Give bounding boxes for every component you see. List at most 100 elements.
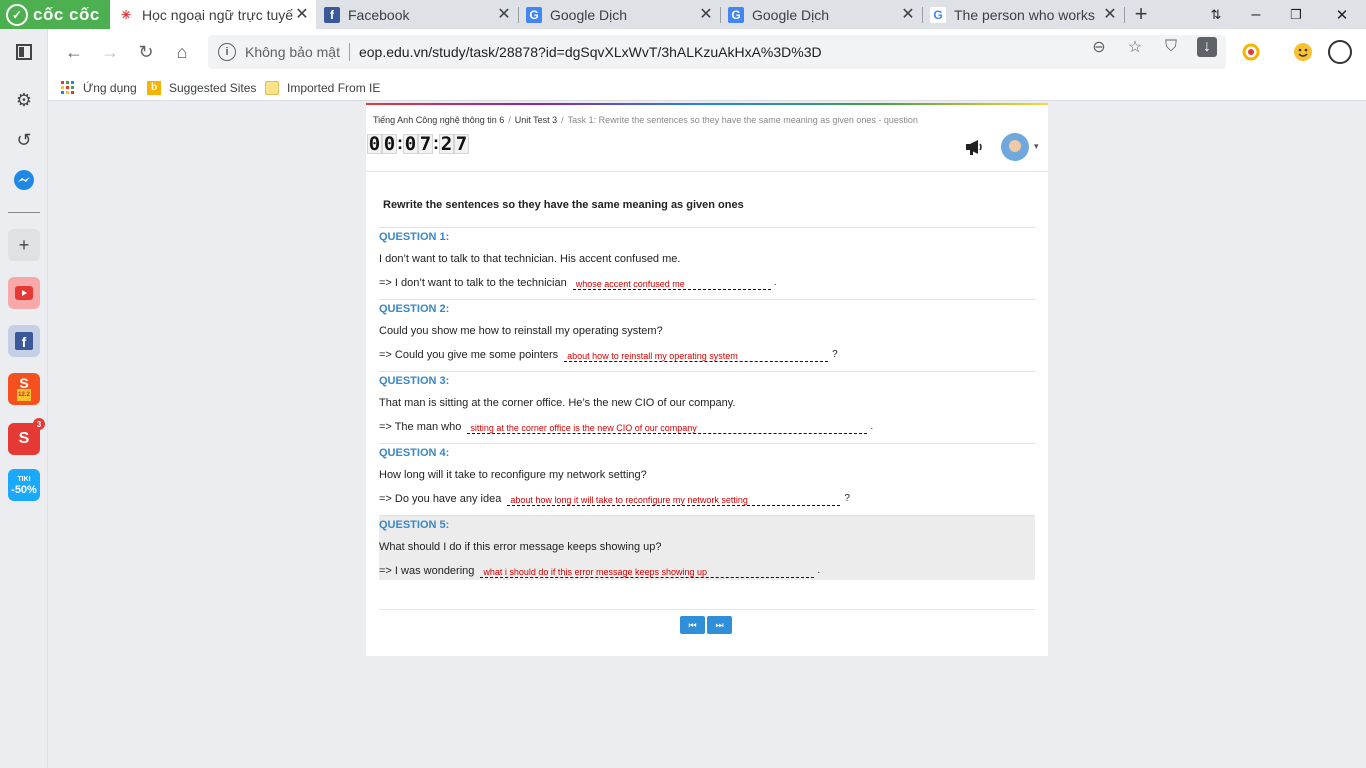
next-button[interactable]: ⏭	[707, 616, 732, 634]
emoji-extension-icon[interactable]	[1291, 40, 1315, 64]
divider	[379, 609, 1035, 610]
breadcrumb-unit[interactable]: Unit Test 3	[515, 115, 557, 125]
timer-digit: 7	[418, 132, 433, 155]
close-icon[interactable]: ✕	[900, 6, 916, 23]
answer-prompt: => Do you have any idea	[379, 493, 502, 505]
answer-ending: .	[817, 565, 821, 576]
minimize-button[interactable]: –	[1236, 0, 1276, 29]
youtube-icon[interactable]	[8, 277, 40, 309]
extension-icon[interactable]	[1239, 40, 1263, 64]
bookmark-suggested-sites[interactable]: b Suggested Sites	[147, 79, 256, 97]
bookmark-label: Ứng dụng	[83, 81, 137, 95]
toolbar: ← → ↻ ⌂ i Không bảo mật eop.edu.vn/study…	[0, 29, 1366, 75]
messenger-icon[interactable]	[8, 164, 40, 196]
google-translate-icon: G	[728, 6, 744, 23]
answer-ending: .	[773, 277, 777, 288]
tab-title: Học ngoại ngữ trực tuyến	[142, 6, 294, 23]
home-button[interactable]: ⌂	[170, 40, 194, 64]
zoom-out-icon[interactable]: ⊖	[1089, 37, 1109, 57]
close-icon[interactable]: ✕	[1102, 6, 1118, 23]
countdown-timer: 0 0 : 0 7 : 2 7	[367, 133, 469, 154]
star-icon[interactable]: ☆	[1125, 37, 1145, 57]
user-face-icon	[1009, 140, 1021, 152]
question-title: QUESTION 5:	[379, 519, 450, 531]
info-icon[interactable]: i	[218, 43, 236, 61]
address-bar[interactable]: i Không bảo mật eop.edu.vn/study/task/28…	[208, 35, 1226, 69]
reload-button[interactable]: ↻	[134, 40, 158, 64]
add-icon[interactable]: +	[8, 229, 40, 261]
bookmark-imported-from-ie[interactable]: Imported From IE	[265, 79, 380, 97]
brand-name: cốc cốc	[33, 4, 100, 24]
new-tab-button[interactable]: +	[1130, 3, 1152, 26]
header-divider	[366, 171, 1048, 172]
answer-ending: ?	[844, 493, 850, 504]
coccoc-icon: ✓	[6, 3, 28, 26]
divider	[348, 43, 350, 61]
timer-digit: 0	[382, 132, 397, 155]
tab-eop[interactable]: ✳ Học ngoại ngữ trực tuyến ✕	[110, 0, 316, 29]
megaphone-icon[interactable]	[964, 138, 984, 161]
bing-icon: b	[147, 81, 161, 95]
avatar[interactable]	[1001, 133, 1029, 161]
timer-digit: 7	[454, 132, 469, 155]
close-icon[interactable]: ✕	[698, 6, 714, 23]
bookmark-apps[interactable]: Ứng dụng	[61, 79, 137, 97]
answer-input[interactable]: about how to reinstall my operating syst…	[564, 350, 829, 362]
timer-digit: 0	[367, 132, 382, 155]
security-label[interactable]: Không bảo mật	[245, 44, 340, 60]
answer-row: => I don’t want to talk to the technicia…	[379, 277, 777, 290]
profile-icon[interactable]	[1326, 38, 1354, 66]
previous-button[interactable]: ⏮	[680, 616, 705, 634]
tab-title: Facebook	[348, 6, 410, 23]
history-icon[interactable]: ↺	[8, 124, 40, 156]
chevron-down-icon[interactable]: ▾	[1034, 141, 1039, 152]
close-icon[interactable]: ✕	[294, 6, 310, 23]
answer-input[interactable]: sitting at the corner office is the new …	[467, 422, 868, 434]
answer-row: => I was wondering what i should do if t…	[379, 565, 821, 578]
question-title: QUESTION 1:	[379, 231, 450, 243]
tab-google-search[interactable]: G The person who works ✕	[922, 0, 1124, 29]
shield-icon[interactable]: ⛉	[1161, 37, 1181, 57]
answer-input[interactable]: about how long it will take to reconfigu…	[507, 494, 841, 506]
folder-icon	[265, 81, 279, 95]
restore-button[interactable]: ❐	[1276, 0, 1316, 29]
breadcrumb-course[interactable]: Tiếng Anh Công nghệ thông tin 6	[373, 115, 504, 125]
answer-prompt: => I don’t want to talk to the technicia…	[379, 277, 567, 289]
tab-title: Google Dịch	[550, 6, 628, 23]
facebook-sidebar-icon[interactable]: f	[8, 325, 40, 357]
tab-strip: ✓ cốc cốc ✳ Học ngoại ngữ trực tuyến ✕ f…	[0, 0, 1366, 29]
google-icon: G	[930, 6, 946, 23]
question-title: QUESTION 3:	[379, 375, 450, 387]
forward-button[interactable]: →	[98, 40, 122, 64]
sendo-icon[interactable]: S 3	[8, 418, 45, 455]
tiki-icon[interactable]: TIKI -50%	[8, 469, 40, 501]
back-button[interactable]: ←	[62, 40, 86, 64]
bookmarks-bar: Ứng dụng b Suggested Sites Imported From…	[0, 75, 1366, 101]
answer-input[interactable]: what i should do if this error message k…	[480, 566, 815, 578]
shopee-icon[interactable]: S 12.2	[8, 373, 40, 405]
tab-google-translate-1[interactable]: G Google Dịch ✕	[518, 0, 720, 29]
bookmark-label: Imported From IE	[287, 81, 381, 95]
sidebar-toggle-icon[interactable]	[8, 36, 40, 68]
question-sentence: That man is sitting at the corner office…	[379, 397, 736, 409]
answer-input[interactable]: whose accent confused me	[572, 278, 771, 290]
task-instruction: Rewrite the sentences so they have the s…	[383, 199, 744, 211]
close-icon[interactable]: ✕	[496, 6, 512, 23]
answer-prompt: => Could you give me some pointers	[379, 349, 559, 361]
tab-google-translate-2[interactable]: G Google Dịch ✕	[720, 0, 922, 29]
close-window-button[interactable]: ✕	[1322, 0, 1362, 29]
tab-facebook[interactable]: f Facebook ✕	[316, 0, 518, 29]
question-4: QUESTION 4: How long will it take to rec…	[379, 444, 1035, 516]
bookmark-label: Suggested Sites	[169, 81, 257, 95]
settings-icon[interactable]: ⚙	[8, 84, 40, 116]
breadcrumb: Tiếng Anh Công nghệ thông tin 6/Unit Tes…	[373, 115, 918, 125]
tab-separator	[1124, 7, 1125, 23]
answer-row: => The man who sitting at the corner off…	[379, 421, 873, 434]
tab-search-icon[interactable]: ⇅	[1196, 0, 1236, 29]
answer-row: => Could you give me some pointers about…	[379, 349, 838, 362]
coccoc-logo[interactable]: ✓ cốc cốc	[0, 0, 110, 29]
download-icon[interactable]: ↓	[1197, 37, 1217, 57]
tab-title: The person who works	[954, 6, 1095, 23]
breadcrumb-task: Task 1: Rewrite the sentences so they ha…	[567, 115, 918, 125]
question-sentence: What should I do if this error message k…	[379, 541, 662, 553]
